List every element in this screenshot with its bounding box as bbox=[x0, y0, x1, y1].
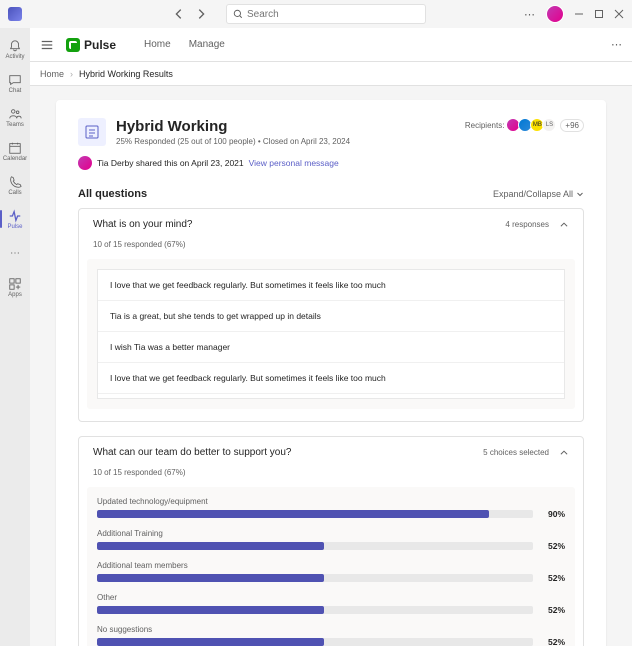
chevron-up-icon bbox=[559, 448, 569, 458]
question-substats: 10 of 15 responded (67%) bbox=[79, 468, 583, 487]
app-logo-icon bbox=[8, 7, 22, 21]
window-maximize-button[interactable] bbox=[594, 9, 604, 19]
survey-card: Hybrid Working 25% Responded (25 out of … bbox=[56, 100, 606, 646]
chevron-down-icon bbox=[576, 190, 584, 198]
choice-row: Other 52% bbox=[97, 593, 565, 615]
rail-calls[interactable]: Calls bbox=[0, 170, 30, 200]
bar-fill bbox=[97, 542, 324, 550]
choice-label: No suggestions bbox=[97, 625, 565, 634]
tab-manage[interactable]: Manage bbox=[189, 31, 225, 58]
bar-percent: 52% bbox=[541, 573, 565, 583]
bar-percent: 52% bbox=[541, 541, 565, 551]
rail-chat[interactable]: Chat bbox=[0, 68, 30, 98]
window-close-button[interactable] bbox=[614, 9, 624, 19]
question-header[interactable]: What can our team do better to support y… bbox=[79, 437, 583, 468]
breadcrumb-home[interactable]: Home bbox=[40, 69, 64, 79]
apps-icon bbox=[8, 277, 22, 291]
view-personal-message-link[interactable]: View personal message bbox=[249, 158, 339, 168]
choice-row: No suggestions 52% bbox=[97, 625, 565, 646]
bar-track bbox=[97, 574, 533, 582]
rail-more[interactable]: ⋯ bbox=[0, 238, 30, 268]
chevron-right-icon: › bbox=[70, 69, 73, 79]
window-minimize-button[interactable] bbox=[574, 9, 584, 19]
bell-icon bbox=[8, 39, 22, 53]
choice-row: Additional Training 52% bbox=[97, 529, 565, 551]
question-card: What can our team do better to support y… bbox=[78, 436, 584, 646]
choice-label: Additional Training bbox=[97, 529, 565, 538]
survey-title: Hybrid Working bbox=[116, 118, 350, 135]
chat-icon bbox=[8, 73, 22, 87]
response-item: I love that we get feedback regularly. B… bbox=[98, 363, 564, 394]
bar-track bbox=[97, 510, 533, 518]
nav-back-button[interactable] bbox=[170, 5, 188, 23]
bar-fill bbox=[97, 606, 324, 614]
bar-fill bbox=[97, 638, 324, 646]
people-icon bbox=[8, 107, 22, 121]
bar-fill bbox=[97, 510, 489, 518]
shared-text: Tia Derby shared this on April 23, 2021 bbox=[97, 158, 244, 168]
hamburger-icon[interactable] bbox=[40, 38, 54, 52]
recipient-more[interactable]: +96 bbox=[560, 119, 584, 132]
response-list[interactable]: I love that we get feedback regularly. B… bbox=[97, 269, 565, 399]
header-more-button[interactable]: ⋯ bbox=[611, 38, 622, 51]
rail-pulse[interactable]: Pulse bbox=[0, 204, 30, 234]
rail-calendar[interactable]: Calendar bbox=[0, 136, 30, 166]
bar-track bbox=[97, 542, 533, 550]
expand-collapse-all-button[interactable]: Expand/Collapse All bbox=[493, 189, 584, 199]
question-substats: 10 of 15 responded (67%) bbox=[79, 240, 583, 259]
breadcrumb: Home › Hybrid Working Results bbox=[30, 62, 632, 86]
choice-label: Other bbox=[97, 593, 565, 602]
chevron-up-icon bbox=[559, 220, 569, 230]
choice-label: Additional team members bbox=[97, 561, 565, 570]
choice-row: Additional team members 52% bbox=[97, 561, 565, 583]
pulse-app-icon bbox=[66, 38, 80, 52]
search-icon bbox=[233, 9, 243, 19]
survey-meta: 25% Responded (25 out of 100 people) • C… bbox=[116, 137, 350, 146]
survey-icon bbox=[78, 118, 106, 146]
recipients: Recipients: MB LS +96 bbox=[465, 118, 584, 132]
response-item: Tia is a great, but she tends to get wra… bbox=[98, 394, 564, 399]
choice-row: Updated technology/equipment 90% bbox=[97, 497, 565, 519]
recipient-avatar[interactable]: LS bbox=[542, 118, 556, 132]
bar-percent: 52% bbox=[541, 637, 565, 646]
response-item: I love that we get feedback regularly. B… bbox=[98, 270, 564, 301]
rail-apps[interactable]: Apps bbox=[0, 272, 30, 302]
main-scroll[interactable]: Hybrid Working 25% Responded (25 out of … bbox=[30, 86, 632, 646]
bar-fill bbox=[97, 574, 324, 582]
section-title: All questions bbox=[78, 188, 147, 200]
rail-activity[interactable]: Activity bbox=[0, 34, 30, 64]
response-item: I wish Tia was a better manager bbox=[98, 332, 564, 363]
app-header: Pulse Home Manage ⋯ bbox=[30, 28, 632, 62]
more-icon: ⋯ bbox=[10, 248, 20, 259]
search-input[interactable] bbox=[226, 4, 426, 24]
chart-body: Updated technology/equipment 90% Additiona… bbox=[87, 487, 575, 646]
bar-track bbox=[97, 638, 533, 646]
titlebar-more-button[interactable]: ⋯ bbox=[524, 8, 536, 21]
sharer-avatar bbox=[78, 156, 92, 170]
rail-teams[interactable]: Teams bbox=[0, 102, 30, 132]
nav-forward-button[interactable] bbox=[192, 5, 210, 23]
calendar-icon bbox=[8, 141, 22, 155]
breadcrumb-current: Hybrid Working Results bbox=[79, 69, 173, 79]
titlebar: ⋯ bbox=[0, 0, 632, 28]
phone-icon bbox=[8, 175, 22, 189]
bar-track bbox=[97, 606, 533, 614]
question-header[interactable]: What is on your mind? 4 responses bbox=[79, 209, 583, 240]
tab-home[interactable]: Home bbox=[144, 31, 171, 58]
pulse-logo: Pulse bbox=[66, 38, 116, 52]
pulse-icon bbox=[8, 209, 22, 223]
bar-percent: 90% bbox=[541, 509, 565, 519]
response-item: Tia is a great, but she tends to get wra… bbox=[98, 301, 564, 332]
bar-percent: 52% bbox=[541, 605, 565, 615]
question-card: What is on your mind? 4 responses 10 of … bbox=[78, 208, 584, 422]
left-rail: Activity Chat Teams Calendar Calls Pulse… bbox=[0, 28, 30, 646]
user-avatar[interactable] bbox=[546, 5, 564, 23]
choice-label: Updated technology/equipment bbox=[97, 497, 565, 506]
